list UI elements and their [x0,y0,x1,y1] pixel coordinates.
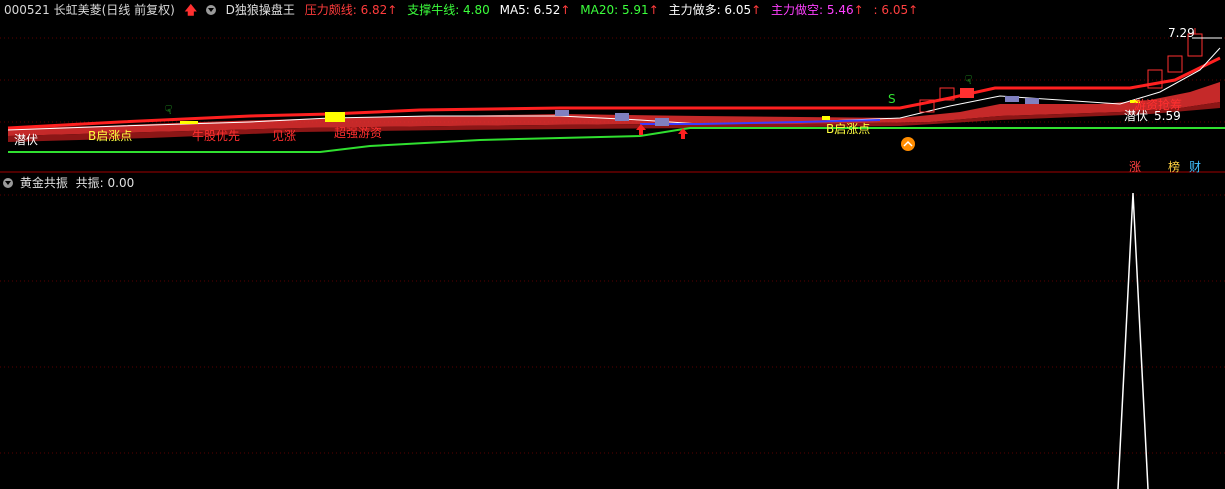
resonance-chart[interactable] [0,175,1225,489]
launch-point-label: B启涨点 [88,129,133,143]
s-mark-label: S [888,92,896,106]
cow-first-label: 牛股优先 [192,129,241,143]
bang-button[interactable]: 榜 [1167,158,1181,175]
resonance-line [1117,192,1149,489]
launch-point-label: B启涨点 [826,122,871,136]
hidden-label: 潜伏 [14,133,39,147]
look-up-label: 见涨 [272,129,297,143]
price-high-label: 7.29 [1168,26,1195,40]
hot-money-label: 超强游资 [334,126,383,140]
hand-down-icon: ☟ [965,73,972,87]
resonance-grid [0,194,1225,454]
hand-down-icon: ☟ [165,103,172,117]
signal-bar [180,121,198,124]
zhang-button[interactable]: 涨 [1128,158,1142,175]
cai-button[interactable]: 财 [1188,158,1202,175]
expand-up-icon[interactable] [901,137,915,151]
price-chart[interactable]: ☟ ☟ [0,0,1225,175]
strong-buy-label: 游资抢筹 [1134,98,1183,112]
